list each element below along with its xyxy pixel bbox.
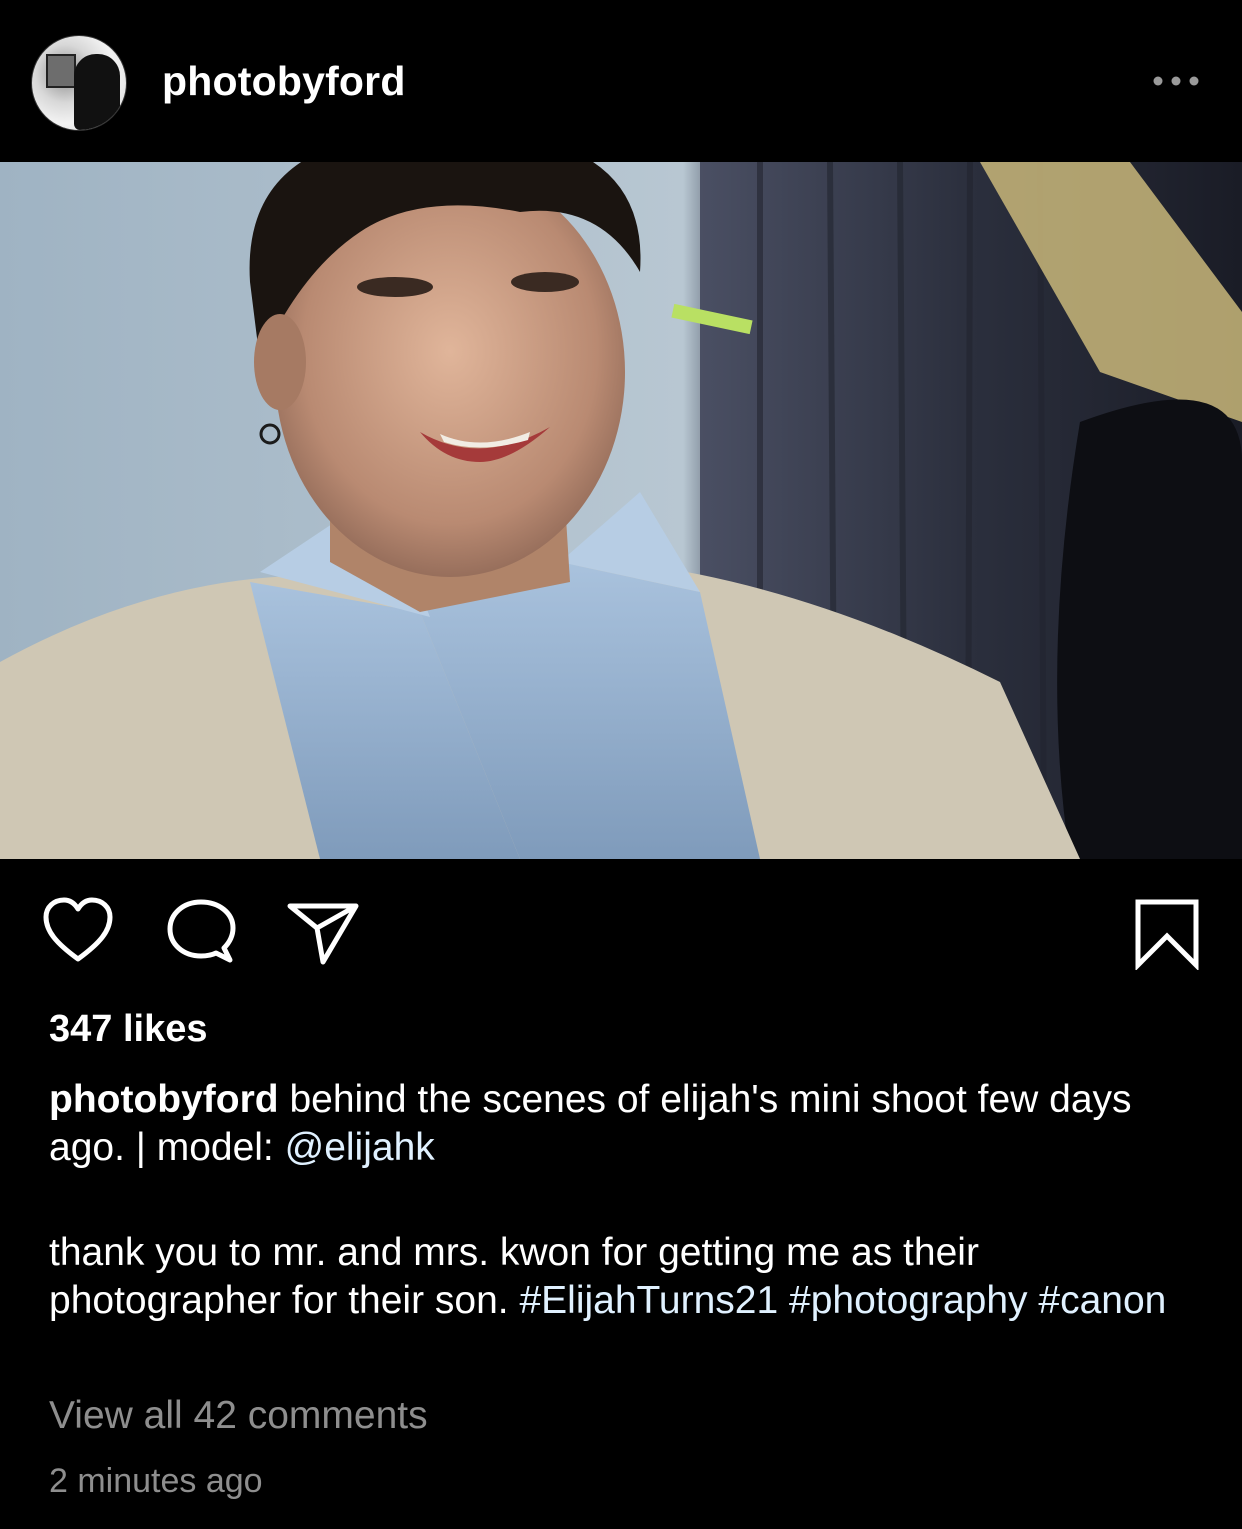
hashtag-elijahturns21[interactable]: #ElijahTurns21	[519, 1279, 778, 1322]
likes-count[interactable]: 347 likes	[49, 1008, 207, 1051]
post-actions-bar	[0, 860, 1242, 990]
profile-avatar[interactable]	[31, 35, 127, 131]
hashtag-canon[interactable]: #canon	[1038, 1279, 1166, 1322]
caption-paragraph-1: photobyford behind the scenes of elijah'…	[49, 1076, 1189, 1172]
avatar-frame-shape	[46, 54, 76, 88]
comment-bubble-icon[interactable]	[166, 898, 236, 964]
view-all-comments-link[interactable]: View all 42 comments	[49, 1394, 428, 1438]
heart-icon[interactable]	[42, 897, 114, 963]
post-header: photobyford	[0, 0, 1242, 162]
more-options-icon[interactable]	[1150, 64, 1202, 98]
post-username[interactable]: photobyford	[162, 58, 406, 105]
caption-username[interactable]: photobyford	[49, 1078, 279, 1121]
bookmark-icon[interactable]	[1134, 898, 1200, 970]
post-timestamp: 2 minutes ago	[49, 1462, 263, 1500]
caption-mention[interactable]: @elijahk	[285, 1126, 435, 1169]
paper-plane-icon[interactable]	[286, 900, 360, 966]
avatar-figure-shape	[74, 54, 120, 130]
caption-paragraph-2: thank you to mr. and mrs. kwon for getti…	[49, 1229, 1189, 1325]
post-photo[interactable]	[0, 162, 1242, 859]
post-caption: photobyford behind the scenes of elijah'…	[49, 1076, 1189, 1325]
post-photo-image	[0, 162, 1242, 859]
hashtag-photography[interactable]: #photography	[789, 1279, 1028, 1322]
